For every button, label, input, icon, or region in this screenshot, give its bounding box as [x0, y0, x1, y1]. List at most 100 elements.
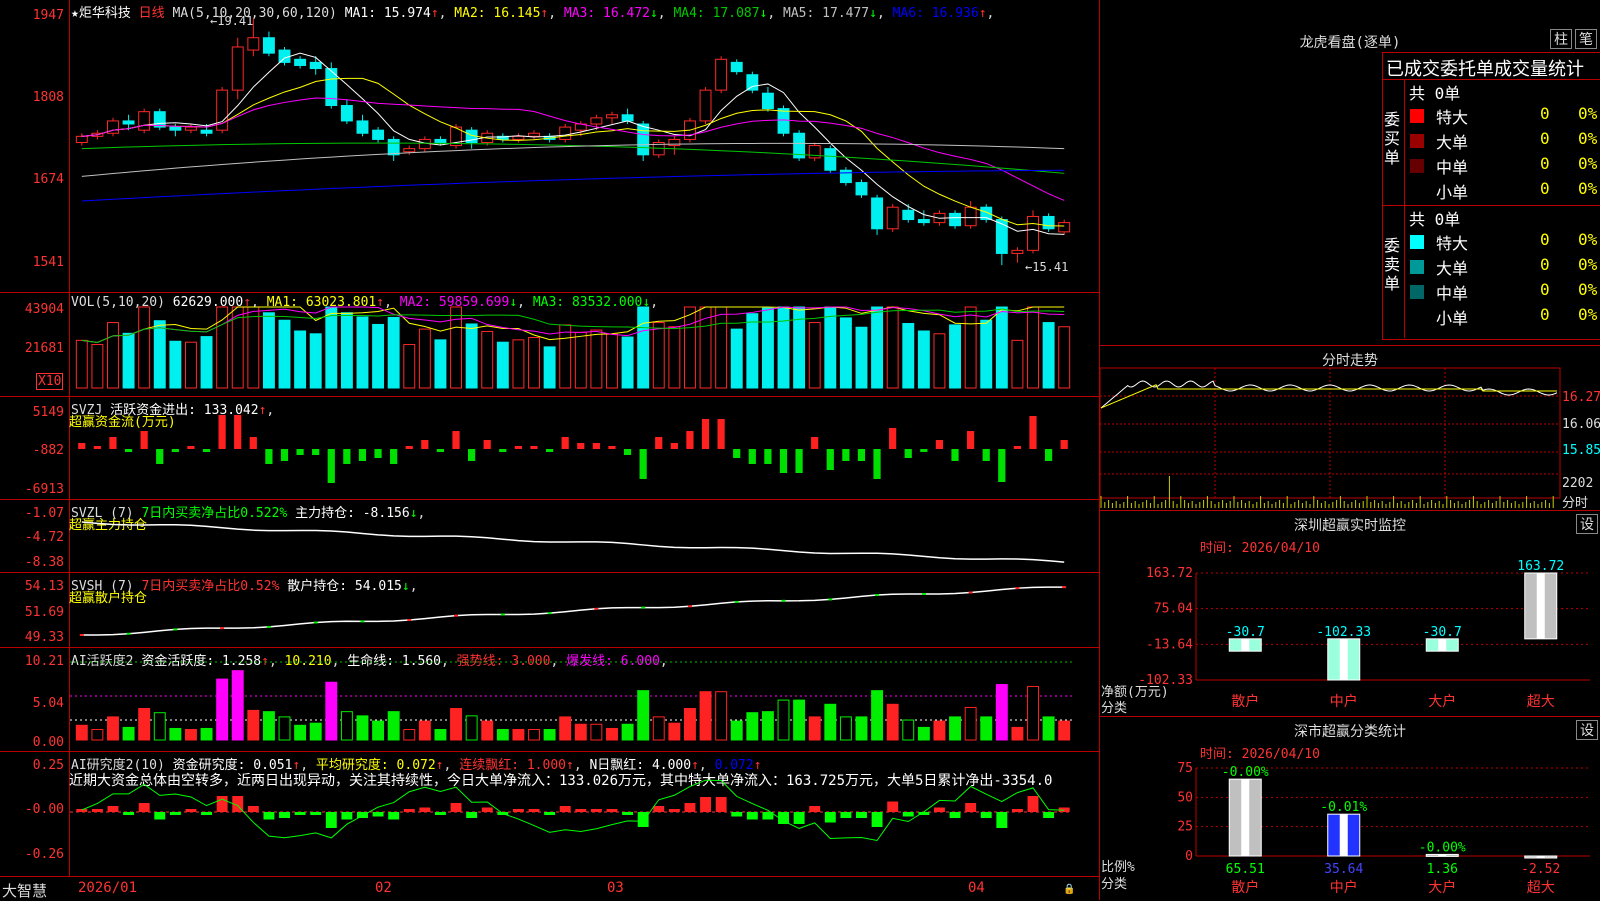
activity-bar — [403, 729, 416, 741]
research-bar — [824, 812, 836, 823]
ma-line — [81, 142, 1065, 174]
activity-bar — [839, 716, 852, 741]
candle-body — [606, 114, 618, 119]
volume-bar — [75, 339, 88, 389]
volume-bar — [247, 306, 260, 389]
activity-bar — [387, 711, 400, 741]
volume-bar — [340, 312, 353, 389]
category-bar — [1327, 638, 1361, 681]
svsh-chart[interactable] — [0, 573, 1099, 647]
volume-bar — [200, 336, 213, 389]
svzj-panel[interactable]: SVZJ 活跃资金进出: 133.042↑, 超赢资金流(万元) 5149 -8… — [0, 397, 1099, 500]
activity-bar — [75, 724, 88, 741]
activity-bar — [637, 690, 650, 741]
category-bar — [1228, 638, 1262, 652]
activity-bar — [528, 729, 540, 741]
research-bar — [575, 809, 587, 812]
volume-bar — [933, 333, 946, 389]
research-bar — [341, 812, 353, 820]
ai-research-chart[interactable] — [0, 752, 1099, 876]
research-bar — [731, 812, 743, 817]
high-label: ←19.41 — [210, 14, 254, 28]
category-label: 中户 — [1330, 879, 1358, 896]
research-bar — [154, 812, 166, 820]
volume-bar — [138, 306, 151, 389]
candlestick-chart[interactable] — [0, 0, 1099, 292]
flow-bar — [405, 446, 413, 449]
candle-body — [699, 89, 712, 122]
ma-line — [81, 52, 1065, 235]
volume-bar — [294, 330, 307, 389]
trend-dot — [266, 625, 271, 628]
volume-bar — [387, 316, 400, 389]
volume-bar — [512, 339, 525, 389]
volume-bar — [153, 320, 166, 389]
kline-panel[interactable]: ★炬华科技 日线 MA(5,10,20,30,60,120) MA1: 15.9… — [0, 0, 1099, 293]
flow-bar — [842, 449, 850, 461]
flow-bar — [670, 443, 678, 449]
ai-research-panel[interactable]: AI研究度2(10) 资金研究度: 0.051↑, 平均研究度: 0.072↑,… — [0, 752, 1099, 876]
category-bar — [1228, 778, 1262, 857]
research-bar — [684, 803, 696, 812]
tick-mode-button[interactable]: 笔 — [1575, 29, 1597, 49]
classify-settings-button[interactable]: 设 — [1576, 720, 1598, 740]
monitor-xlabel: 分类 — [1101, 701, 1128, 716]
flow-bar — [764, 449, 772, 464]
svsh-panel[interactable]: SVSH (7) 7日内买卖净占比0.52% 散户持仓: 54.015↓, 超赢… — [0, 573, 1099, 648]
activity-bar — [278, 716, 291, 741]
dragon-row-name: 特大 — [1436, 234, 1469, 253]
monitor-settings-button[interactable]: 设 — [1576, 514, 1598, 534]
candle-body — [746, 74, 759, 91]
activity-bar — [559, 716, 572, 741]
activity-bar — [995, 684, 1008, 741]
volume-bar — [418, 328, 431, 389]
category-label: 中户 — [1330, 693, 1358, 710]
research-bar — [622, 812, 634, 815]
volume-bar — [403, 344, 416, 389]
flow-bar — [701, 419, 710, 449]
ai-activity-panel[interactable]: AI活跃度2 资金活跃度: 1.258↑, 10.210, 生命线: 1.560… — [0, 648, 1099, 752]
volume-panel[interactable]: VOL(5,10,20) 62629.000↑, MA1: 63023.801↑… — [0, 293, 1099, 397]
volume-chart[interactable] — [0, 293, 1099, 396]
activity-bar — [652, 716, 665, 741]
buy-side-label: 委买单 — [1384, 110, 1401, 167]
candle-body — [559, 126, 572, 140]
flow-bar — [265, 449, 273, 464]
volume-bar — [683, 306, 696, 389]
color-swatch — [1410, 260, 1424, 274]
activity-bar — [200, 727, 213, 741]
candle-body — [871, 197, 884, 230]
flow-bar — [1060, 440, 1068, 449]
buy-total: 共 0单 — [1409, 84, 1461, 103]
lock-icon[interactable]: 🔒 — [1063, 884, 1075, 895]
volume-bar — [980, 319, 993, 389]
dragon-row-name: 大单 — [1436, 133, 1469, 152]
chart-y-tick: 75.04 — [1154, 602, 1193, 617]
activity-bar — [699, 691, 712, 741]
trend-dot — [875, 594, 880, 597]
candle-body — [715, 58, 728, 91]
activity-bar — [902, 719, 915, 741]
y-tick: 16.27 — [1562, 390, 1600, 405]
bar-mode-button[interactable]: 柱 — [1550, 29, 1572, 49]
candle-body — [777, 108, 790, 134]
dragon-row-percent: 0% — [1578, 280, 1598, 299]
dragon-row-name: 中单 — [1436, 158, 1469, 177]
activity-bar — [294, 724, 307, 741]
svzl-panel[interactable]: SVZL (7) 7日内买卖净占比0.522% 主力持仓: -8.156↓, 超… — [0, 500, 1099, 573]
trend-dot — [173, 628, 178, 631]
research-bar — [949, 812, 961, 818]
flow-bar — [639, 449, 647, 479]
ai-activity-chart[interactable] — [0, 648, 1099, 751]
svzl-chart[interactable] — [0, 500, 1099, 572]
research-bar — [700, 797, 712, 812]
activity-bar — [481, 720, 494, 741]
bar-value-label: -0.00% — [1419, 840, 1466, 855]
volume-bar — [122, 332, 135, 389]
volume-bar — [372, 323, 385, 389]
color-swatch — [1410, 109, 1424, 123]
activity-bar — [761, 711, 774, 741]
x-label: 02 — [375, 880, 392, 896]
svzj-chart[interactable] — [0, 397, 1099, 499]
trend-dot — [968, 591, 973, 594]
